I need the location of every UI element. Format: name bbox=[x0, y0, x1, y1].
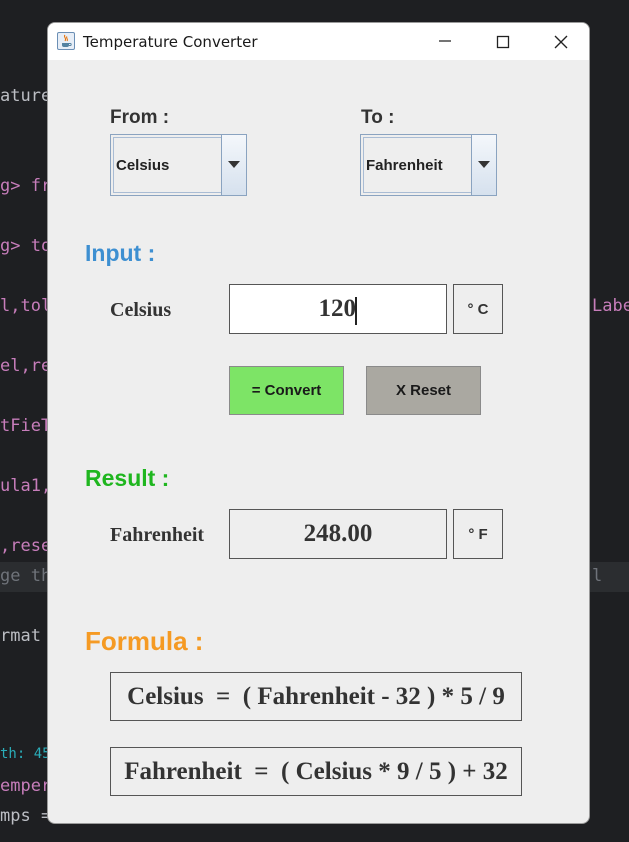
convert-button[interactable]: = Convert bbox=[229, 366, 344, 415]
input-value: 120 bbox=[318, 295, 357, 322]
text-caret bbox=[355, 297, 357, 325]
to-unit-combobox[interactable]: Fahrenheit bbox=[360, 134, 497, 196]
close-button[interactable] bbox=[532, 23, 589, 60]
code-line: g> fr bbox=[0, 176, 52, 196]
maximize-button[interactable] bbox=[474, 23, 532, 60]
minimize-button[interactable] bbox=[416, 23, 474, 60]
formula-celsius: Celsius = ( Fahrenheit - 32 ) * 5 / 9 bbox=[110, 672, 522, 721]
code-line: rmat bbox=[0, 626, 41, 646]
code-line: ature bbox=[0, 86, 52, 106]
result-unit-label: ° F bbox=[453, 509, 503, 559]
chevron-down-icon bbox=[228, 161, 240, 168]
formula-section-title: Formula : bbox=[85, 626, 204, 656]
minimize-icon bbox=[439, 40, 451, 42]
java-app-icon bbox=[57, 32, 75, 50]
reset-button[interactable]: X Reset bbox=[366, 366, 481, 415]
to-label: To : bbox=[361, 107, 395, 128]
to-dropdown-arrow[interactable] bbox=[471, 135, 496, 195]
from-unit-combobox[interactable]: Celsius bbox=[110, 134, 247, 196]
input-section-title: Input : bbox=[85, 240, 156, 266]
close-icon bbox=[554, 35, 568, 49]
from-dropdown-arrow[interactable] bbox=[221, 135, 246, 195]
code-line: el,re bbox=[0, 356, 52, 376]
input-unit-label: ° C bbox=[453, 284, 503, 334]
formula-fahrenheit: Fahrenheit = ( Celsius * 9 / 5 ) + 32 bbox=[110, 747, 522, 796]
title-bar[interactable]: Temperature Converter bbox=[48, 23, 589, 60]
converter-window: Temperature Converter From : Celsius To … bbox=[47, 22, 590, 824]
temperature-input[interactable]: 120 bbox=[229, 284, 447, 334]
window-title: Temperature Converter bbox=[83, 33, 258, 51]
result-section-title: Result : bbox=[85, 465, 170, 491]
code-line: g> to bbox=[0, 236, 52, 256]
from-label: From : bbox=[110, 107, 170, 128]
code-line: l bbox=[592, 566, 603, 586]
code-line: ,rese bbox=[0, 536, 52, 556]
code-line: mps = bbox=[0, 806, 52, 826]
code-line: ula1, bbox=[0, 476, 52, 496]
chevron-down-icon bbox=[478, 161, 490, 168]
code-line: th: 45 bbox=[0, 746, 51, 762]
result-field-label: Fahrenheit bbox=[110, 524, 205, 546]
code-line: Labe bbox=[592, 296, 629, 316]
result-output: 248.00 bbox=[229, 509, 447, 559]
code-line: l,tol bbox=[0, 296, 52, 316]
code-line: emper bbox=[0, 776, 52, 796]
to-selected-value: Fahrenheit bbox=[363, 137, 473, 193]
code-line: tFieT bbox=[0, 416, 52, 436]
from-selected-value: Celsius bbox=[113, 137, 223, 193]
code-line: ge th bbox=[0, 566, 52, 586]
maximize-icon bbox=[496, 35, 510, 49]
input-field-label: Celsius bbox=[110, 299, 172, 321]
